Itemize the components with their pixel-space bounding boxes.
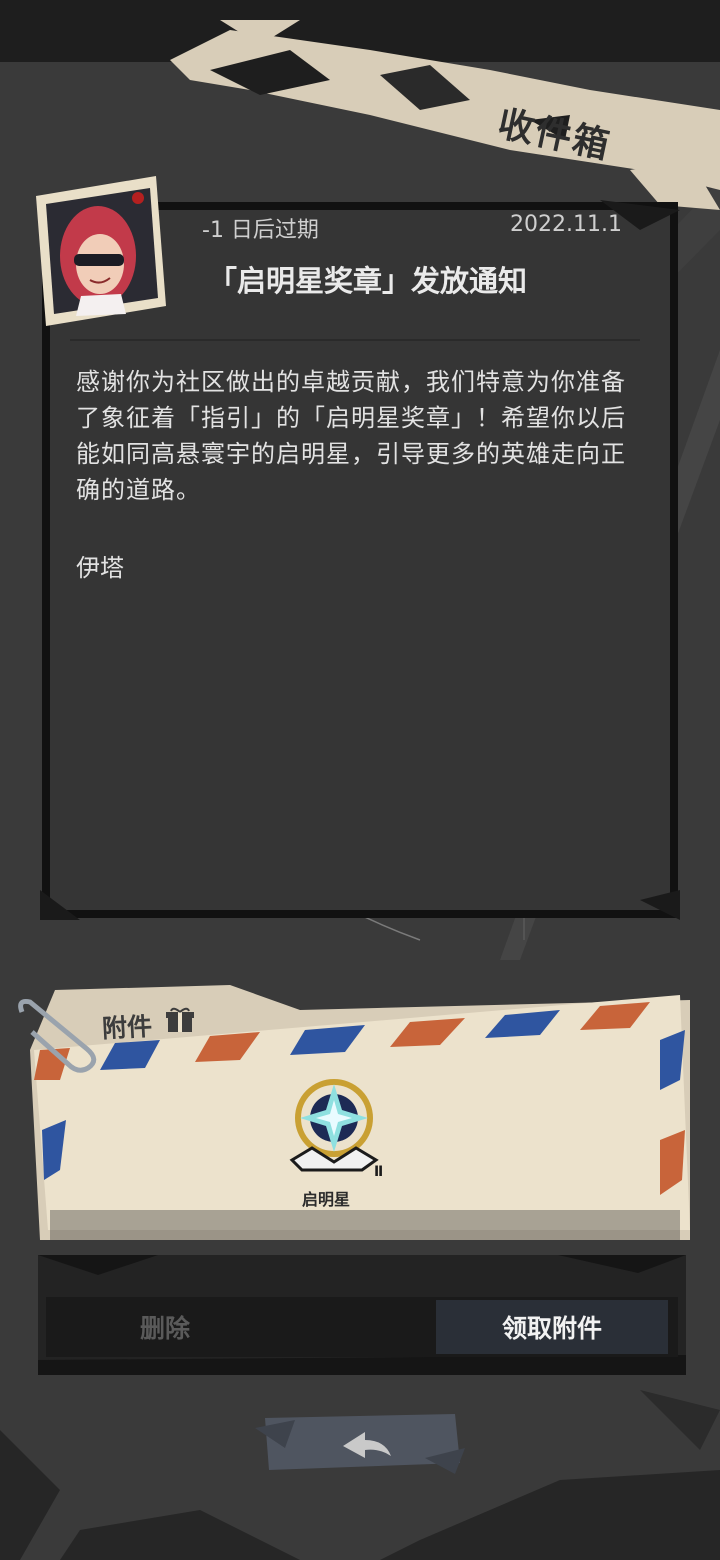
claim-attachment-button[interactable]: 领取附件 <box>436 1300 668 1354</box>
gift-icon <box>166 1007 194 1032</box>
avatar <box>36 176 166 326</box>
delete-button[interactable]: 删除 <box>50 1300 280 1354</box>
title-banner <box>170 20 720 210</box>
mail-signature: 伊塔 <box>76 554 124 582</box>
svg-text:Ⅱ: Ⅱ <box>374 1164 383 1180</box>
attachment-label: 附件 <box>101 1011 153 1044</box>
paperclip-icon <box>18 999 97 1073</box>
bottom-decoration <box>0 1390 720 1560</box>
expire-text: -1 日后过期 <box>202 218 319 243</box>
mail-body: 感谢你为社区做出的卓越贡献，我们特意为你准备了象征着「指引」的「启明星奖章」！希… <box>76 368 626 504</box>
attachment-item-name: 启明星 <box>301 1190 350 1209</box>
mail-date: 2022.11.1 <box>510 212 622 237</box>
mail-title: 「启明星奖章」发放通知 <box>208 264 528 298</box>
star-medal-icon[interactable]: Ⅱ <box>282 1070 392 1190</box>
